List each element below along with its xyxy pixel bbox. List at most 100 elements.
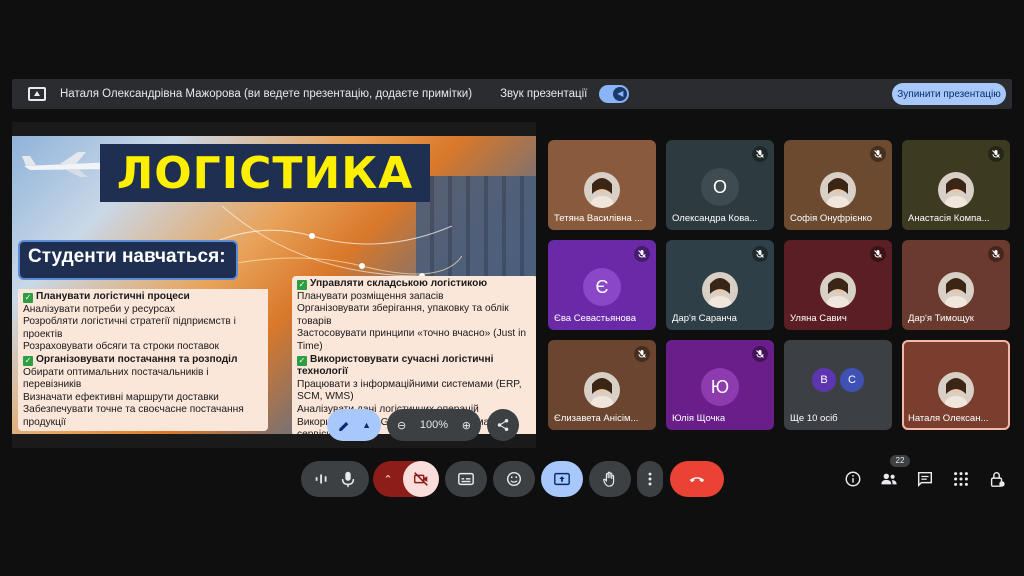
participant-tile[interactable]: Єлизавета Анісім... (548, 340, 656, 430)
slide-overlay-controls: ▲ ⊖ 100% ⊕ (327, 408, 519, 442)
participant-avatar (820, 272, 856, 308)
participant-avatar (938, 272, 974, 308)
present-screen-icon (554, 472, 570, 486)
checkmark-icon: ✓ (297, 355, 307, 366)
participant-name: Юлія Щочка (672, 413, 726, 424)
mic-off-icon (870, 146, 886, 162)
slide-line-text: Управляти складською логістикою (310, 278, 488, 289)
zoom-out-icon[interactable]: ⊖ (397, 419, 406, 432)
annotate-button[interactable]: ▲ (327, 409, 381, 441)
mic-off-icon (752, 246, 768, 262)
camera-control-group: ⌃ (373, 461, 439, 497)
stop-presenting-button[interactable]: Зупинити презентацію (892, 83, 1006, 105)
share-button[interactable] (487, 409, 519, 441)
camera-off-button[interactable] (403, 461, 439, 497)
captions-icon (458, 472, 474, 486)
reactions-button[interactable] (493, 461, 535, 497)
participant-name: Дар'я Тимощук (908, 313, 974, 324)
participant-name: Єва Севастьянова (554, 313, 637, 324)
share-icon (497, 419, 509, 431)
presentation-slide: ЛОГІСТИКА Студенти навчаться: ✓ Планувати… (12, 136, 536, 434)
info-icon[interactable] (844, 470, 862, 488)
participant-avatar (820, 172, 856, 208)
slide-bullet: Розраховувати обсяги та строки поставок (23, 341, 263, 354)
slide-line-text: Забезпечувати точне та своєчасне постача… (23, 404, 244, 428)
participant-tile[interactable]: Тетяна Василівна ... (548, 140, 656, 230)
participant-tile[interactable]: Анастасія Компа... (902, 140, 1010, 230)
slide-section-heading: ✓ Управляти складською логістикою (297, 278, 533, 291)
slide-line-text: Обирати оптимальних постачальників і пер… (23, 366, 209, 391)
speaker-icon: ◀ (613, 87, 628, 101)
audio-level-icon[interactable] (313, 470, 331, 488)
participant-name: Наталя Олексан... (908, 413, 989, 424)
people-icon[interactable] (880, 470, 898, 488)
participant-name: Софія Онуфрієнко (790, 213, 872, 224)
participant-avatar (702, 272, 738, 308)
mic-off-icon (988, 246, 1004, 262)
raise-hand-button[interactable] (589, 461, 631, 497)
presenting-bar: Наталя Олександрівна Мажорова (ви ведете… (12, 79, 1012, 109)
participant-tile[interactable]: Софія Онуфрієнко (784, 140, 892, 230)
slide-bullet: Розробляти логістичні стратегії підприєм… (23, 316, 263, 341)
present-button[interactable] (541, 461, 583, 497)
presenting-status-text: Наталя Олександрівна Мажорова (ви ведете… (60, 88, 473, 100)
meet-window: Наталя Олександрівна Мажорова (ви ведете… (0, 0, 1024, 576)
participant-tile[interactable]: Ю Юлія Щочка (666, 340, 774, 430)
slide-section-heading: ✓ Використовувати сучасні логістичні техн… (297, 354, 533, 379)
more-options-button[interactable] (637, 461, 663, 497)
more-vert-icon (648, 472, 652, 486)
leave-call-button[interactable] (670, 461, 724, 497)
participant-name: Олександра Кова... (672, 213, 758, 224)
zoom-in-icon[interactable]: ⊕ (462, 419, 471, 432)
mic-off-icon (752, 346, 768, 362)
participant-tile[interactable]: Наталя Олексан... (902, 340, 1010, 430)
slide-line-text: Застосовувати принципи «точно вчасно» (J… (297, 328, 527, 352)
slide-line-text: Визначати ефективні маршрути доставки (23, 391, 219, 403)
mic-off-icon (988, 146, 1004, 162)
participant-tile[interactable]: Уляна Савич (784, 240, 892, 330)
participant-name: Ще 10 осіб (790, 413, 838, 424)
participant-tile[interactable]: Є Єва Севастьянова (548, 240, 656, 330)
participant-tile[interactable]: О Олександра Кова... (666, 140, 774, 230)
participant-tile[interactable]: Дар'я Саранча (666, 240, 774, 330)
slide-subtitle: Студенти навчаться: (28, 246, 226, 267)
apps-grid-icon[interactable] (952, 470, 970, 488)
participant-avatar (584, 172, 620, 208)
participant-name: Дар'я Саранча (672, 313, 737, 324)
participant-name: Тетяна Василівна ... (554, 213, 643, 224)
slide-bullet: Забезпечувати точне та своєчасне постача… (23, 404, 263, 429)
chevron-up-icon[interactable]: ⌃ (373, 473, 403, 486)
more-participants-tile[interactable]: В С Ще 10 осіб (784, 340, 892, 430)
presentation-sound-toggle[interactable]: ◀ (599, 85, 630, 103)
checkmark-icon: ✓ (23, 355, 33, 366)
slide-line-text: Розраховувати обсяги та строки поставок (23, 341, 220, 353)
slide-line-text: Організовувати зберігання, упаковку та о… (297, 303, 509, 327)
presentation-sound-label: Звук презентації (500, 88, 588, 100)
emoji-icon (506, 471, 522, 487)
checkmark-icon: ✓ (23, 293, 33, 303)
participant-tile[interactable]: Дар'я Тимощук (902, 240, 1010, 330)
avatar-stack: ВС (812, 368, 864, 392)
mic-off-icon (752, 146, 768, 162)
slide-line-text: Планувати логістичні процеси (36, 291, 190, 302)
slide-bullet: Обирати оптимальних постачальників і пер… (23, 367, 263, 392)
participant-avatar (584, 372, 620, 408)
audio-control-group (301, 461, 369, 497)
slide-bullet: Аналізувати потреби у ресурсах (23, 304, 263, 317)
camera-off-icon (413, 472, 428, 486)
microphone-icon[interactable] (339, 470, 357, 488)
participant-avatar (938, 372, 974, 408)
captions-button[interactable] (445, 461, 487, 497)
slide-line-text: Аналізувати потреби у ресурсах (23, 303, 175, 315)
chevron-up-icon: ▲ (362, 420, 371, 430)
chat-icon[interactable] (916, 470, 934, 488)
participant-avatar: Ю (701, 368, 739, 406)
pen-icon (339, 421, 349, 432)
slide-title: ЛОГІСТИКА (116, 147, 414, 199)
host-controls-lock-icon[interactable] (988, 470, 1006, 488)
present-screen-icon (28, 87, 46, 101)
slide-subtitle-box: Студенти навчаться: (18, 240, 238, 280)
slide-line-text: Організовувати постачання та розподіл (36, 353, 238, 365)
participant-name: Єлизавета Анісім... (554, 413, 639, 424)
mic-off-icon (870, 246, 886, 262)
